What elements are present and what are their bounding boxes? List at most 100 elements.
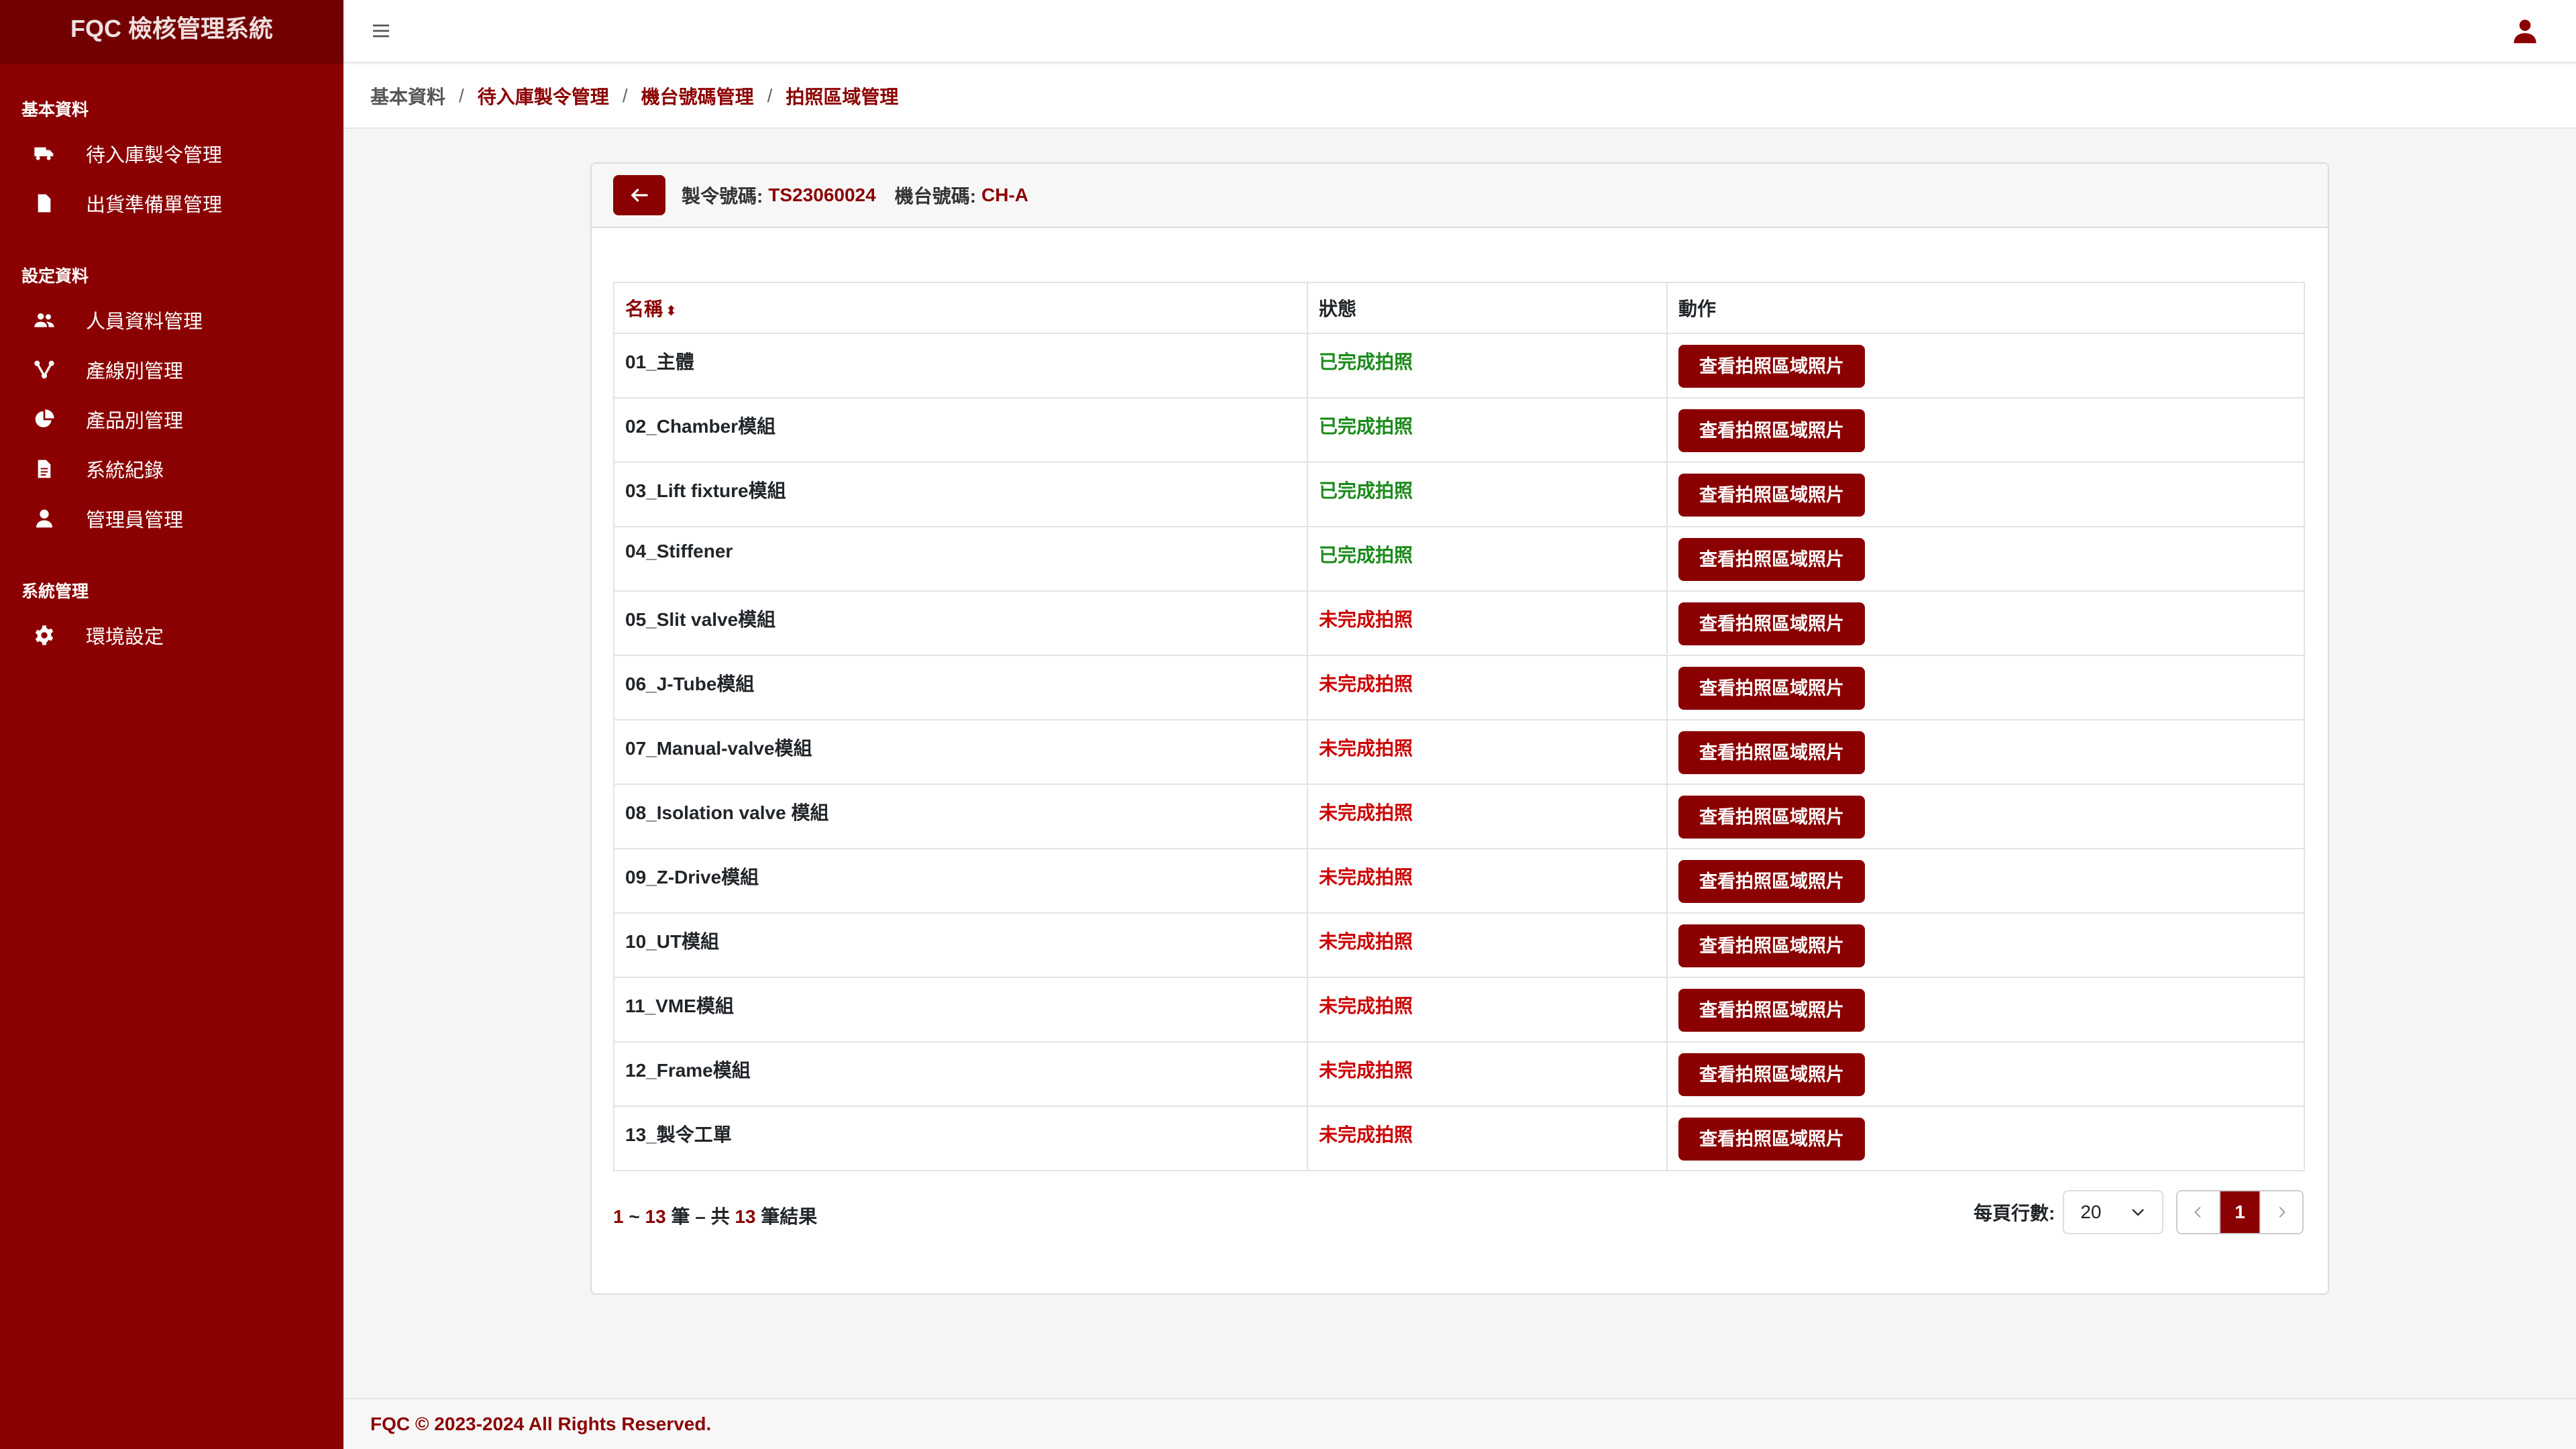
row-action-cell: 查看拍照區域照片 (1666, 784, 2305, 849)
sidebar-item-system-log[interactable]: 系統紀錄 (0, 444, 343, 494)
breadcrumb-separator: / (767, 85, 773, 106)
status-badge: 未完成拍照 (1307, 784, 1668, 849)
file-icon (32, 191, 56, 215)
row-name: 07_Manual-valve模組 (613, 719, 1308, 785)
view-photos-button[interactable]: 查看拍照區域照片 (1678, 538, 1865, 581)
sidebar-item-production-line[interactable]: 產線別管理 (0, 345, 343, 394)
rows-per-page-select[interactable]: 20 (2063, 1190, 2164, 1234)
network-icon (32, 358, 56, 382)
view-photos-button[interactable]: 查看拍照區域照片 (1678, 345, 1865, 388)
table-row: 04_Stiffener 已完成拍照 查看拍照區域照片 (613, 526, 2305, 592)
next-page-button[interactable] (2261, 1191, 2302, 1233)
sidebar-item-label: 管理員管理 (86, 510, 184, 531)
row-action-cell: 查看拍照區域照片 (1666, 397, 2305, 463)
status-badge: 已完成拍照 (1307, 462, 1668, 527)
back-button[interactable] (613, 175, 665, 215)
column-header-action: 動作 (1666, 282, 2305, 334)
sidebar-section-title: 基本資料 (21, 101, 89, 119)
status-badge: 未完成拍照 (1307, 1041, 1668, 1107)
table-row: 12_Frame模組 未完成拍照 查看拍照區域照片 (613, 1041, 2305, 1107)
table-row: 06_J-Tube模組 未完成拍照 查看拍照區域照片 (613, 655, 2305, 720)
view-photos-button[interactable]: 查看拍照區域照片 (1678, 860, 1865, 903)
machine-number-label: 機台號碼: (894, 186, 977, 207)
status-badge: 未完成拍照 (1307, 977, 1668, 1042)
breadcrumb-link[interactable]: 機台號碼管理 (641, 83, 754, 109)
range-start: 1 (613, 1206, 624, 1227)
prev-page-button[interactable] (2178, 1191, 2219, 1233)
sidebar-item-product[interactable]: 產品別管理 (0, 394, 343, 444)
page-button-current[interactable]: 1 (2219, 1191, 2261, 1233)
view-photos-button[interactable]: 查看拍照區域照片 (1678, 667, 1865, 710)
machine-number-value: CH-A (981, 184, 1029, 205)
view-photos-button[interactable]: 查看拍照區域照片 (1678, 731, 1865, 774)
sidebar-item-label: 待入庫製令管理 (86, 145, 223, 166)
status-badge: 未完成拍照 (1307, 719, 1668, 785)
menu-toggle-icon[interactable] (370, 20, 392, 42)
view-photos-button[interactable]: 查看拍照區域照片 (1678, 602, 1865, 645)
sidebar-item-pending-orders[interactable]: 待入庫製令管理 (0, 129, 343, 178)
row-action-cell: 查看拍照區域照片 (1666, 912, 2305, 978)
status-badge: 已完成拍照 (1307, 397, 1668, 463)
row-action-cell: 查看拍照區域照片 (1666, 526, 2305, 592)
column-header-status: 狀態 (1307, 282, 1668, 334)
view-photos-button[interactable]: 查看拍照區域照片 (1678, 989, 1865, 1032)
user-icon (32, 506, 56, 531)
table-row: 03_Lift fixture模組 已完成拍照 查看拍照區域照片 (613, 462, 2305, 527)
status-badge: 已完成拍照 (1307, 526, 1668, 592)
sidebar-item-label: 系統紀錄 (86, 460, 164, 482)
sidebar-item-label: 人員資料管理 (86, 311, 203, 333)
pie-chart-icon (32, 407, 56, 431)
status-badge: 未完成拍照 (1307, 1106, 1668, 1171)
row-name: 01_主體 (613, 333, 1308, 398)
sidebar-item-shipping-prep[interactable]: 出貨準備單管理 (0, 178, 343, 228)
row-name: 04_Stiffener (613, 526, 1308, 592)
status-badge: 未完成拍照 (1307, 590, 1668, 656)
view-photos-button[interactable]: 查看拍照區域照片 (1678, 409, 1865, 452)
column-header-name[interactable]: 名稱 ⬍ (613, 282, 1308, 334)
table-row: 01_主體 已完成拍照 查看拍照區域照片 (613, 333, 2305, 398)
row-action-cell: 查看拍照區域照片 (1666, 590, 2305, 656)
row-name: 11_VME模組 (613, 977, 1308, 1042)
sidebar-item-admin[interactable]: 管理員管理 (0, 494, 343, 543)
table-row: 13_製令工單 未完成拍照 查看拍照區域照片 (613, 1106, 2305, 1171)
pagination-summary: 1 ~ 13 筆 – 共 13 筆結果 (613, 1202, 817, 1229)
rows-per-page-value: 20 (2080, 1201, 2102, 1222)
summary-mid-text: 筆 – 共 (665, 1206, 735, 1227)
row-action-cell: 查看拍照區域照片 (1666, 848, 2305, 914)
row-action-cell: 查看拍照區域照片 (1666, 462, 2305, 527)
truck-icon (32, 142, 56, 166)
breadcrumb: 基本資料 / 待入庫製令管理 / 機台號碼管理 / 拍照區域管理 (343, 64, 2576, 129)
rows-per-page: 每頁行數: 20 (1974, 1190, 2164, 1234)
topbar (343, 0, 2576, 63)
row-action-cell: 查看拍照區域照片 (1666, 333, 2305, 398)
gear-icon (32, 623, 56, 647)
chevron-down-icon (2132, 1209, 2145, 1216)
table-row: 10_UT模組 未完成拍照 查看拍照區域照片 (613, 912, 2305, 978)
row-name: 02_Chamber模組 (613, 397, 1308, 463)
row-name: 13_製令工單 (613, 1106, 1308, 1171)
status-badge: 已完成拍照 (1307, 333, 1668, 398)
sidebar-item-personnel[interactable]: 人員資料管理 (0, 295, 343, 345)
sidebar-section-title: 系統管理 (21, 582, 89, 601)
breadcrumb-separator: / (622, 85, 628, 106)
view-photos-button[interactable]: 查看拍照區域照片 (1678, 924, 1865, 967)
breadcrumb-link[interactable]: 待入庫製令管理 (478, 83, 609, 109)
row-name: 03_Lift fixture模組 (613, 462, 1308, 527)
view-photos-button[interactable]: 查看拍照區域照片 (1678, 1053, 1865, 1096)
column-header-label: 名稱 (625, 299, 663, 319)
rows-per-page-label: 每頁行數: (1974, 1203, 2055, 1224)
sidebar: FQC 檢核管理系統 基本資料 待入庫製令管理 出貨準備單管理 設定資料 人員資… (0, 0, 343, 1449)
user-menu-icon[interactable] (2512, 17, 2538, 44)
table-row: 02_Chamber模組 已完成拍照 查看拍照區域照片 (613, 397, 2305, 463)
content-card: 製令號碼: TS23060024 機台號碼: CH-A 名稱 ⬍ 狀態 動作 01… (590, 162, 2329, 1295)
row-name: 05_Slit valve模組 (613, 590, 1308, 656)
range-separator: ~ (623, 1206, 645, 1227)
order-number-value: TS23060024 (768, 184, 876, 205)
row-action-cell: 查看拍照區域照片 (1666, 719, 2305, 785)
view-photos-button[interactable]: 查看拍照區域照片 (1678, 796, 1865, 839)
chevron-left-icon (2194, 1207, 2201, 1218)
row-name: 08_Isolation valve 模組 (613, 784, 1308, 849)
view-photos-button[interactable]: 查看拍照區域照片 (1678, 474, 1865, 517)
view-photos-button[interactable]: 查看拍照區域照片 (1678, 1118, 1865, 1161)
sidebar-item-environment-settings[interactable]: 環境設定 (0, 610, 343, 660)
